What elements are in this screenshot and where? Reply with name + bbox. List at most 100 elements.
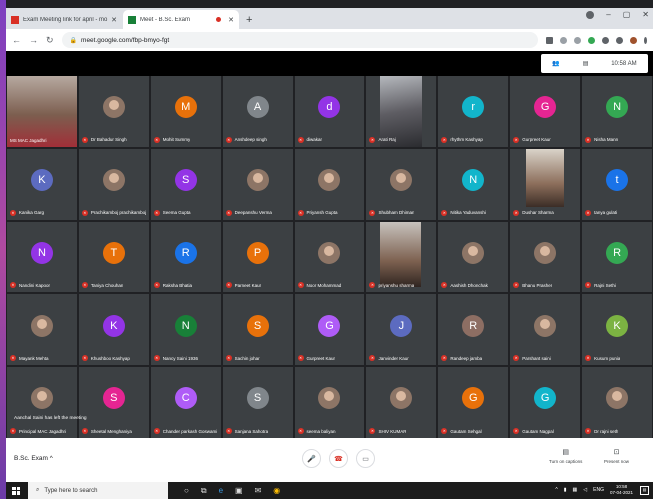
participant-name-text: Nancy Saini 1936	[162, 355, 199, 361]
extension-gray-icon[interactable]	[602, 36, 609, 44]
volume-icon[interactable]: ◁	[583, 487, 587, 493]
participant-name: ✕ Nisha Mann	[585, 136, 618, 143]
participant-tile[interactable]: ✕ Principal MAC Jagadhri	[7, 367, 77, 438]
zoom-icon[interactable]	[560, 36, 567, 44]
participant-tile[interactable]: ✕ priyanshu sharma	[366, 221, 437, 293]
extension-green-icon[interactable]	[588, 36, 595, 44]
participant-name-text: Bhanu Prasher	[522, 282, 553, 288]
participant-tile[interactable]: R ✕ Rajni Sethi	[582, 221, 652, 293]
camera-icon[interactable]	[546, 36, 553, 44]
participant-tile[interactable]: K ✕ Kanika Garg	[7, 148, 77, 220]
participant-tile[interactable]: ✕ Deepanshu Verma	[222, 148, 293, 220]
participant-tile[interactable]: G ✕ Gautam Sehgal	[438, 367, 509, 438]
camera-button[interactable]: ▭	[356, 449, 375, 468]
participant-tile[interactable]: A ✕ Anshdeep singh	[222, 76, 293, 147]
participant-tile[interactable]: T ✕ Taniya Chouhan	[78, 221, 149, 293]
forward-arrow-icon[interactable]: →	[29, 35, 38, 45]
participant-tile[interactable]: M ✕ Mohit Summy	[150, 76, 221, 147]
notification-icon[interactable]: ▤	[640, 486, 649, 495]
battery-icon[interactable]: ▮	[564, 487, 567, 493]
mic-off-icon: ✕	[153, 428, 160, 434]
taskbar-search[interactable]: ⌕ Type here to search	[28, 482, 168, 499]
participant-tile[interactable]: G ✕ Gurpreet Kaur	[510, 76, 581, 147]
participant-tile[interactable]: N ✕ Nandini Kapoor	[7, 221, 77, 293]
meeting-name[interactable]: B.Sc. Exam ^	[14, 455, 53, 462]
windows-start-icon[interactable]	[12, 486, 20, 495]
avatar: A	[246, 96, 269, 119]
participant-tile[interactable]: ✕ Parshant saini	[510, 294, 581, 366]
chrome-icon[interactable]: ◉	[273, 486, 280, 495]
network-icon[interactable]: ▦	[573, 487, 578, 493]
participant-tile[interactable]: d ✕ diwakar	[294, 76, 365, 147]
participant-tile[interactable]: ✕ Bhanu Prasher	[510, 221, 581, 293]
participant-tile[interactable]: t ✕ tanya gulati	[582, 148, 652, 220]
avatar[interactable]	[630, 36, 637, 44]
mic-button[interactable]: 🎤	[302, 449, 321, 468]
mail-icon[interactable]: ✉	[255, 486, 262, 495]
task-view-icon[interactable]: ⧉	[201, 486, 207, 496]
leave-call-button[interactable]: ☎	[329, 449, 348, 468]
participant-tile[interactable]: G ✕ Gautam Nagpal	[510, 367, 581, 438]
language-indicator[interactable]: ENG	[593, 487, 604, 493]
participant-tile[interactable]: ✕ seema baliyan	[294, 367, 365, 438]
maximize-button[interactable]: ▢	[623, 10, 631, 19]
minimize-button[interactable]: –	[606, 10, 610, 19]
edge-icon[interactable]: e	[219, 486, 223, 495]
participant-tile[interactable]: MS MAC Jagadhri	[7, 76, 77, 147]
participant-tile[interactable]: ✕ Priyansh Gupta	[294, 148, 365, 220]
participant-tile[interactable]: ✕ Noor Mohammad	[294, 221, 365, 293]
participant-tile[interactable]: C ✕ Chander parkash Goswami	[150, 367, 221, 438]
mic-off-icon: ✕	[297, 136, 304, 143]
participant-tile[interactable]: S ✕ Seema Gupta	[150, 148, 221, 220]
meeting-info-panel: 👥 ▤ 10:58 AM	[541, 54, 648, 73]
reload-icon[interactable]: ↻	[46, 35, 54, 46]
mic-off-icon: ✕	[10, 355, 16, 362]
back-arrow-icon[interactable]: ←	[12, 35, 21, 45]
participant-tile[interactable]: R ✕ Randeep jamba	[438, 294, 509, 366]
participant-tile[interactable]: ✕ Shubham Dhiman	[366, 148, 437, 220]
participant-tile[interactable]: ✕ Mayank Mehta	[7, 294, 77, 366]
tray-chevron-icon[interactable]: ^	[555, 487, 557, 493]
puzzle-icon[interactable]	[616, 36, 623, 44]
participant-tile[interactable]: R ✕ Raksha Bhatia	[150, 221, 221, 293]
avatar: S	[246, 314, 269, 337]
chat-icon[interactable]: ▤	[583, 60, 589, 67]
participant-tile[interactable]: ✕ Aashish Dhonchak	[438, 221, 509, 293]
participant-tile[interactable]: S ✕ Sheetal Menghaniya	[78, 367, 149, 438]
captions-button[interactable]: ▤ Turn on captions	[549, 448, 582, 464]
cortana-icon[interactable]: ○	[184, 486, 189, 495]
address-bar[interactable]: 🔒 meet.google.com/fbp-bmyo-fgt	[61, 32, 538, 48]
star-icon[interactable]	[574, 36, 581, 44]
close-window-button[interactable]: ✕	[642, 10, 649, 19]
new-tab-button[interactable]: +	[240, 14, 258, 29]
tab-meet-bsc-exam[interactable]: Meet - B.Sc. Exam ✕	[123, 10, 239, 29]
profile-icon[interactable]	[586, 10, 595, 19]
participant-tile[interactable]: r ✕ rhythm Kashyap	[438, 76, 509, 147]
close-tab-icon[interactable]: ✕	[228, 16, 234, 24]
taskbar-clock[interactable]: 10:58 07-04-2021	[610, 484, 633, 496]
participant-tile[interactable]: S ✕ Sanjana Sahotra	[222, 367, 293, 438]
participant-tile[interactable]: N ✕ Nisha Mann	[582, 76, 652, 147]
participant-tile[interactable]: ✕ Dr Bahadur Singh	[78, 76, 149, 147]
participant-tile[interactable]: N ✕ Nancy Saini 1936	[150, 294, 221, 366]
mic-off-icon: ✕	[225, 428, 232, 434]
participant-tile[interactable]: ✕ Dushar Sharma	[510, 148, 581, 220]
participant-name: ✕ Rajni Sethi	[585, 282, 616, 289]
participant-tile[interactable]: J ✕ Janvinder Kaur	[366, 294, 437, 366]
participant-tile[interactable]: K ✕ Kusum punia	[582, 294, 652, 366]
menu-dots-icon[interactable]	[644, 36, 647, 44]
tab-exam-meeting-link[interactable]: Exam Meeting link for april - mo ✕	[6, 10, 122, 29]
participant-tile[interactable]: N ✕ Nitika Yaduvanshi	[438, 148, 509, 220]
participant-tile[interactable]: ✕ SHIV KUMAR	[366, 367, 437, 438]
participant-tile[interactable]: K ✕ Khushboo Kashyap	[78, 294, 149, 366]
participant-tile[interactable]: ✕ Arati Raj	[366, 76, 437, 147]
participant-tile[interactable]: P ✕ Parneet Kaur	[222, 221, 293, 293]
participant-tile[interactable]: G ✕ Gurpreet Kaur	[294, 294, 365, 366]
participant-tile[interactable]: S ✕ Sachin johar	[222, 294, 293, 366]
store-icon[interactable]: ▣	[235, 486, 243, 495]
people-icon[interactable]: 👥	[552, 60, 559, 67]
close-tab-icon[interactable]: ✕	[111, 16, 117, 24]
participant-tile[interactable]: ✕ Dr rajni seth	[582, 367, 652, 438]
present-now-button[interactable]: ⊡ Present now	[604, 448, 629, 464]
participant-tile[interactable]: ✕ Prachikamboj prachikamboj	[78, 148, 149, 220]
